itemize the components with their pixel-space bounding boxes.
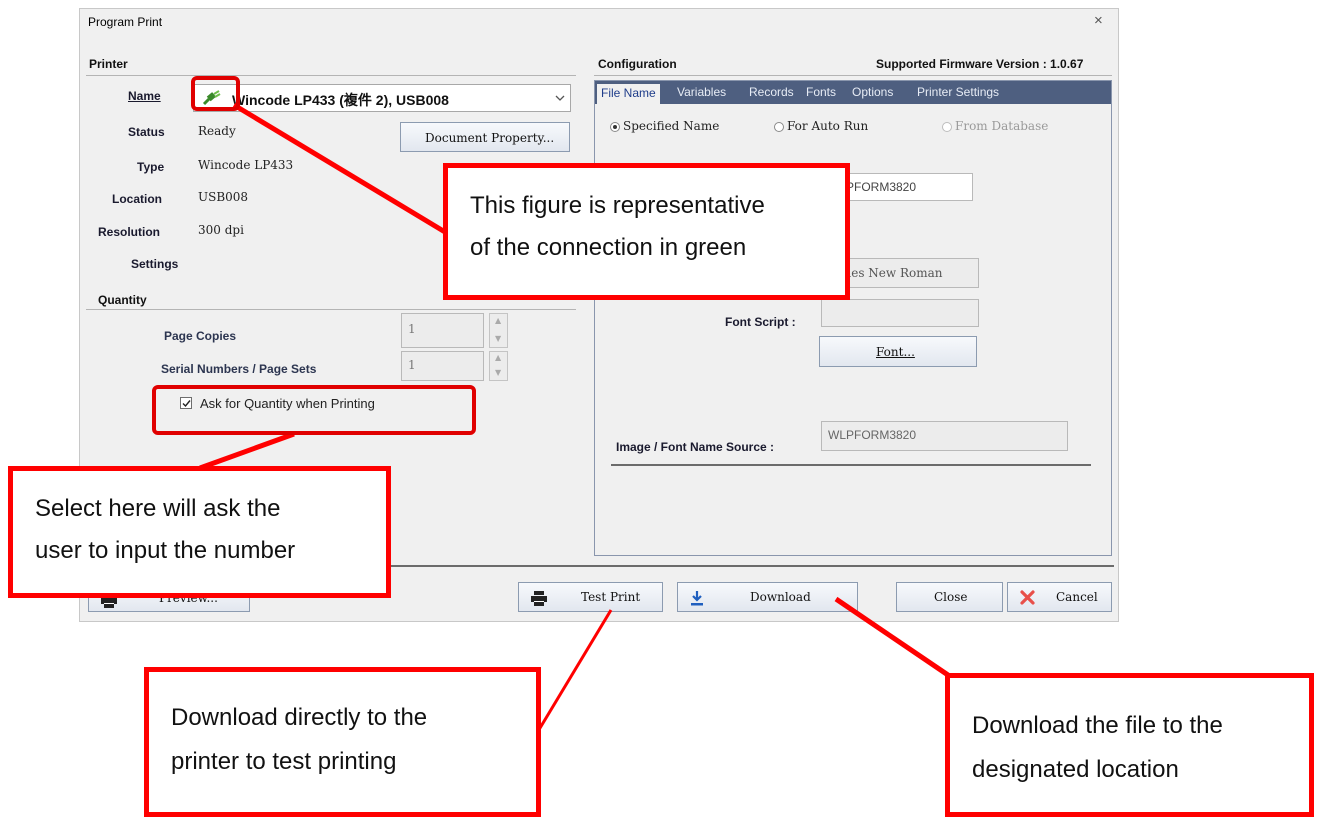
connection-callout-line1: This figure is representative	[470, 192, 765, 219]
test-print-callout-line1: Download directly to the	[171, 704, 428, 731]
download-callout-line1: Download the file to the	[972, 712, 1223, 739]
test-print-callout: Download directly to the printer to test…	[144, 667, 541, 817]
ask-quantity-highlight	[152, 385, 476, 435]
download-callout: Download the file to the designated loca…	[945, 673, 1314, 817]
connection-leader-line	[232, 102, 447, 235]
download-leader-line	[834, 596, 950, 678]
connection-callout-line2: of the connection in green	[470, 234, 747, 261]
quantity-leader-line	[199, 431, 295, 471]
download-callout-line2: designated location	[972, 756, 1179, 783]
test-print-callout-line2: printer to test printing	[171, 748, 397, 775]
quantity-callout-line2: user to input the number	[35, 537, 296, 564]
test-print-leader-line	[535, 609, 613, 734]
connection-icon-highlight	[191, 76, 240, 111]
quantity-callout: Select here will ask the user to input t…	[8, 466, 391, 598]
connection-callout: This figure is representative of the con…	[443, 163, 850, 300]
quantity-callout-line1: Select here will ask the	[35, 495, 281, 522]
